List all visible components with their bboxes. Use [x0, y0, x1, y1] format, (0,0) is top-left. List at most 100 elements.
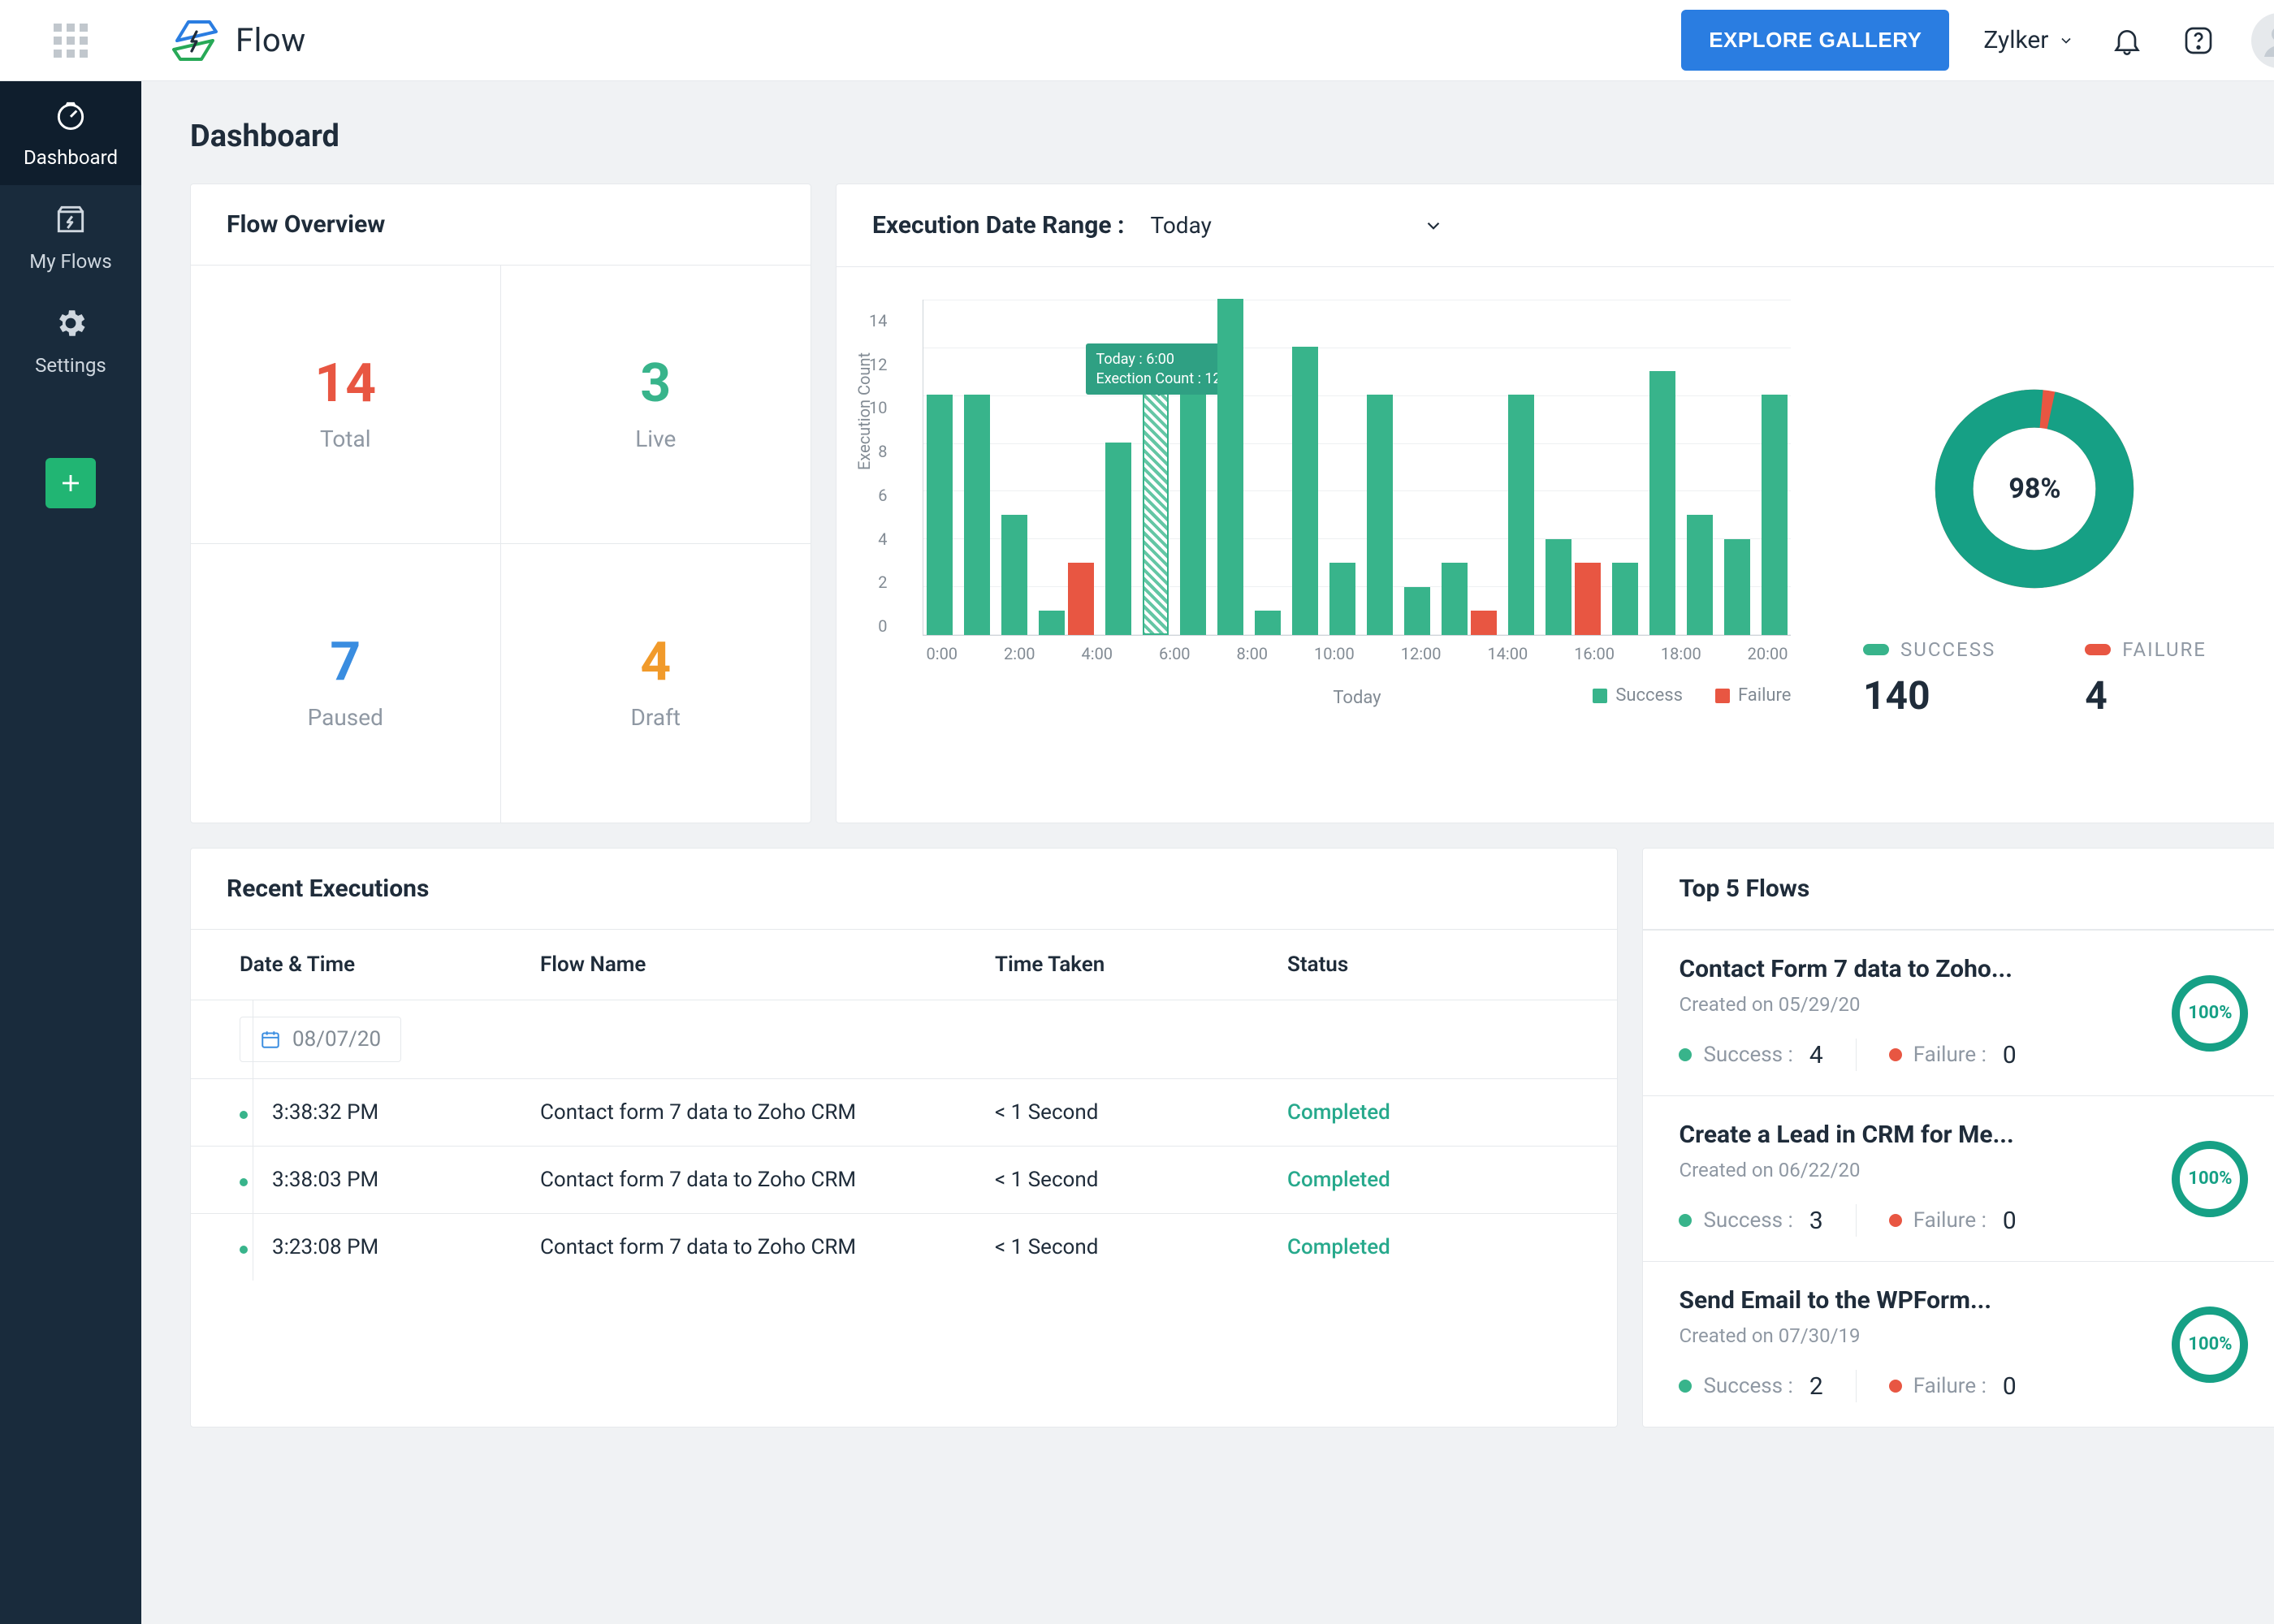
cell-time: 3:38:32 PM — [240, 1100, 540, 1125]
bar-failure — [1575, 563, 1601, 635]
bar-group[interactable] — [964, 395, 990, 635]
x-tick — [1124, 644, 1148, 663]
overview-label: Live — [635, 425, 676, 452]
x-tick — [1626, 644, 1649, 663]
sidebar-item-my-flows[interactable]: My Flows — [0, 185, 141, 289]
bar-group[interactable] — [1546, 539, 1601, 635]
flow-name: Create a Lead in CRM for Me... — [1679, 1121, 2169, 1149]
flow-created: Created on 05/29/20 — [1679, 993, 2169, 1016]
x-tick — [969, 644, 992, 663]
bar-success — [1180, 395, 1206, 635]
top-flow-item[interactable]: Contact Form 7 data to Zoho... Created o… — [1643, 930, 2274, 1095]
chart-x-label: Today — [1213, 688, 1502, 708]
bar-group[interactable] — [1762, 395, 1788, 635]
flows-icon — [53, 201, 89, 240]
bar-group[interactable] — [1180, 395, 1206, 635]
bar-group[interactable] — [927, 395, 953, 635]
flow-failure: Failure :0 — [1889, 1207, 2017, 1235]
chevron-down-icon — [2058, 32, 2074, 49]
explore-gallery-button[interactable]: EXPLORE GALLERY — [1681, 10, 1949, 71]
bar-success — [1687, 515, 1713, 635]
table-row[interactable]: 3:23:08 PM Contact form 7 data to Zoho C… — [191, 1213, 1617, 1281]
flow-success-ring: 100% — [2169, 973, 2250, 1054]
bar-success — [927, 395, 953, 635]
date-range-select[interactable]: Today — [1150, 209, 1443, 242]
x-tick — [1279, 644, 1303, 663]
cell-taken: < 1 Second — [995, 1100, 1287, 1125]
avatar-button[interactable] — [2251, 13, 2274, 68]
chart-y-label: Execution Count — [854, 352, 874, 470]
cell-status: Completed — [1287, 1100, 1568, 1125]
sidebar-item-label: My Flows — [29, 250, 111, 273]
bar-failure — [1068, 563, 1094, 635]
dashboard-icon — [53, 97, 89, 136]
bar-group[interactable] — [1508, 395, 1534, 635]
org-switcher[interactable]: Zylker — [1983, 26, 2074, 54]
overview-cell-draft[interactable]: 4Draft — [501, 544, 811, 823]
notifications-button[interactable] — [2108, 22, 2146, 59]
flow-success: Success :2 — [1679, 1372, 1822, 1401]
x-tick: 18:00 — [1661, 644, 1701, 663]
col-name: Flow Name — [540, 952, 995, 977]
flow-failure: Failure :0 — [1889, 1372, 2017, 1401]
product-name: Flow — [236, 21, 306, 59]
overview-cell-paused[interactable]: 7Paused — [191, 544, 501, 823]
overview-label: Total — [320, 425, 371, 452]
help-button[interactable] — [2180, 22, 2217, 59]
success-donut: 98% — [1929, 383, 2140, 594]
bar-group[interactable] — [1255, 611, 1281, 635]
bar-group[interactable] — [1724, 539, 1750, 635]
overview-label: Paused — [308, 704, 383, 731]
col-date: Date & Time — [240, 952, 540, 977]
bar-group[interactable] — [1442, 563, 1497, 635]
bar-group[interactable]: Today : 6:00Exection Count : 12 — [1143, 347, 1169, 635]
x-tick — [1202, 644, 1226, 663]
cell-taken: < 1 Second — [995, 1168, 1287, 1192]
plus-icon — [58, 471, 83, 495]
x-tick: 8:00 — [1236, 644, 1268, 663]
sidebar-item-label: Dashboard — [24, 146, 118, 169]
bar-group[interactable] — [1001, 515, 1027, 635]
chevron-down-icon — [1423, 215, 1444, 236]
bar-group[interactable] — [1367, 395, 1393, 635]
sidebar-item-dashboard[interactable]: Dashboard — [0, 81, 141, 185]
top-flow-item[interactable]: Create a Lead in CRM for Me... Created o… — [1643, 1095, 2274, 1261]
apps-grid-button[interactable] — [0, 0, 141, 81]
flow-name: Send Email to the WPForm... — [1679, 1286, 2169, 1315]
x-tick: 2:00 — [1004, 644, 1035, 663]
flow-success-ring: 100% — [2169, 1304, 2250, 1385]
recent-executions-title: Recent Executions — [191, 849, 1617, 930]
bar-group[interactable] — [1105, 443, 1131, 635]
legend-failure: Failure — [1715, 685, 1792, 706]
bar-group[interactable] — [1687, 515, 1713, 635]
bar-group[interactable] — [1612, 563, 1638, 635]
new-flow-button[interactable] — [45, 458, 96, 508]
top-flow-item[interactable]: Send Email to the WPForm... Created on 0… — [1643, 1261, 2274, 1427]
x-tick — [1366, 644, 1390, 663]
bar-group[interactable] — [1329, 563, 1355, 635]
overview-cell-total[interactable]: 14Total — [191, 266, 501, 544]
table-row[interactable]: 3:38:03 PM Contact form 7 data to Zoho C… — [191, 1146, 1617, 1213]
bar-group[interactable] — [1039, 563, 1094, 635]
sidebar-item-label: Settings — [35, 354, 106, 377]
bar-group[interactable] — [1404, 587, 1430, 635]
col-status: Status — [1287, 952, 1568, 977]
success-count: 140 — [1863, 672, 1930, 719]
cell-name: Contact form 7 data to Zoho CRM — [540, 1168, 995, 1192]
flow-overview-card: Flow Overview 14Total3Live7Paused4Draft — [190, 184, 811, 823]
cell-name: Contact form 7 data to Zoho CRM — [540, 1100, 995, 1125]
col-time: Time Taken — [995, 952, 1287, 977]
bar-group[interactable] — [1292, 347, 1318, 635]
table-row[interactable]: 3:38:32 PM Contact form 7 data to Zoho C… — [191, 1078, 1617, 1146]
bar-group[interactable] — [1649, 371, 1675, 635]
bar-group[interactable] — [1217, 299, 1243, 635]
bar-success — [1404, 587, 1430, 635]
bar-success — [1255, 611, 1281, 635]
overview-cell-live[interactable]: 3Live — [501, 266, 811, 544]
bell-icon — [2111, 24, 2143, 57]
bar-success — [1762, 395, 1788, 635]
failure-count: 4 — [2085, 672, 2108, 719]
bar-success — [1442, 563, 1468, 635]
success-label: SUCCESS — [1863, 638, 1995, 661]
sidebar-item-settings[interactable]: Settings — [0, 289, 141, 393]
